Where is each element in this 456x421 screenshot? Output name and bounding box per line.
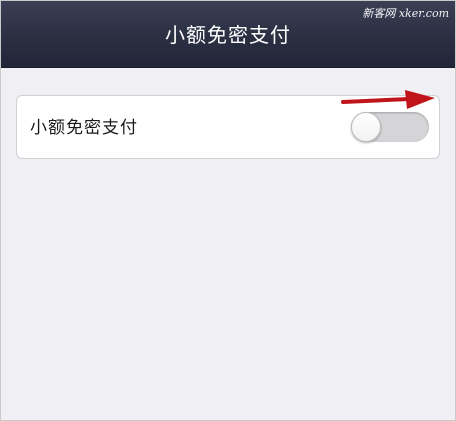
- password-free-payment-toggle[interactable]: [351, 112, 429, 142]
- setting-label: 小额免密支付: [30, 118, 138, 138]
- toggle-knob[interactable]: [351, 112, 381, 142]
- settings-content: 小额免密支付: [1, 68, 455, 420]
- red-arrow-icon: [341, 90, 435, 109]
- navigation-bar: 小额免密支付 新客网 xker.com: [1, 1, 455, 68]
- watermark: 新客网 xker.com: [362, 7, 449, 20]
- app-screen: 小额免密支付 新客网 xker.com 小额免密支付: [0, 0, 456, 421]
